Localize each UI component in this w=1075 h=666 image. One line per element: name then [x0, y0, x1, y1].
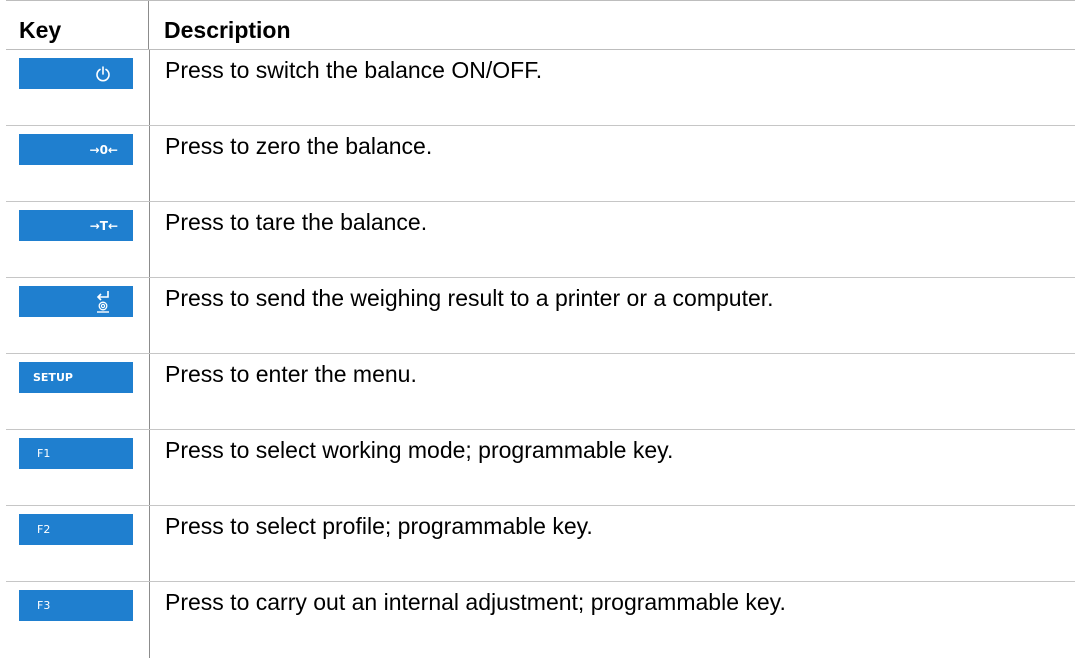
table-header-row: Key Description — [6, 0, 1075, 50]
description-cell: Press to zero the balance. — [150, 126, 1075, 201]
print-key-button — [19, 286, 133, 317]
key-cell: →0← — [6, 126, 150, 201]
setup-key-label: SETUP — [33, 371, 73, 384]
key-cell: F3 — [6, 582, 150, 658]
power-key-button — [19, 58, 133, 89]
description-text: Press to select profile; programmable ke… — [165, 513, 593, 539]
header-key: Key — [6, 1, 149, 49]
header-description: Description — [164, 17, 291, 43]
description-cell: Press to carry out an internal adjustmen… — [150, 582, 1075, 658]
key-cell: →T← — [6, 202, 150, 277]
setup-key-button: SETUP — [19, 362, 133, 393]
f1-key-label: F1 — [37, 447, 51, 460]
table-row: →0← Press to zero the balance. — [6, 126, 1075, 202]
table-row: F1 Press to select working mode; program… — [6, 430, 1075, 506]
table-row: SETUP Press to enter the menu. — [6, 354, 1075, 430]
keys-table: Key Description Press to switch the bala… — [6, 0, 1075, 658]
description-text: Press to zero the balance. — [165, 133, 433, 159]
description-text: Press to enter the menu. — [165, 361, 417, 387]
f2-key-button: F2 — [19, 514, 133, 545]
description-cell: Press to send the weighing result to a p… — [150, 278, 1075, 353]
f3-key-button: F3 — [19, 590, 133, 621]
table-row: →T← Press to tare the balance. — [6, 202, 1075, 278]
key-cell: F2 — [6, 506, 150, 581]
description-cell: Press to switch the balance ON/OFF. — [150, 50, 1075, 125]
f3-key-label: F3 — [37, 599, 51, 612]
description-text: Press to carry out an internal adjustmen… — [165, 589, 786, 615]
table-row: F2 Press to select profile; programmable… — [6, 506, 1075, 582]
zero-key-button: →0← — [19, 134, 133, 165]
description-text: Press to send the weighing result to a p… — [165, 285, 774, 311]
description-text: Press to switch the balance ON/OFF. — [165, 57, 543, 83]
key-cell — [6, 278, 150, 353]
key-cell — [6, 50, 150, 125]
description-cell: Press to enter the menu. — [150, 354, 1075, 429]
zero-icon: →0← — [89, 142, 118, 157]
tare-key-button: →T← — [19, 210, 133, 241]
table-row: Press to send the weighing result to a p… — [6, 278, 1075, 354]
description-cell: Press to tare the balance. — [150, 202, 1075, 277]
power-icon — [95, 65, 111, 82]
table-row: F3 Press to carry out an internal adjust… — [6, 582, 1075, 658]
tare-icon: →T← — [89, 218, 118, 233]
print-enter-icon — [95, 290, 111, 314]
description-text: Press to select working mode; programmab… — [165, 437, 674, 463]
description-cell: Press to select working mode; programmab… — [150, 430, 1075, 505]
key-cell: SETUP — [6, 354, 150, 429]
f2-key-label: F2 — [37, 523, 51, 536]
description-cell: Press to select profile; programmable ke… — [150, 506, 1075, 581]
description-text: Press to tare the balance. — [165, 209, 428, 235]
f1-key-button: F1 — [19, 438, 133, 469]
key-cell: F1 — [6, 430, 150, 505]
table-row: Press to switch the balance ON/OFF. — [6, 50, 1075, 126]
